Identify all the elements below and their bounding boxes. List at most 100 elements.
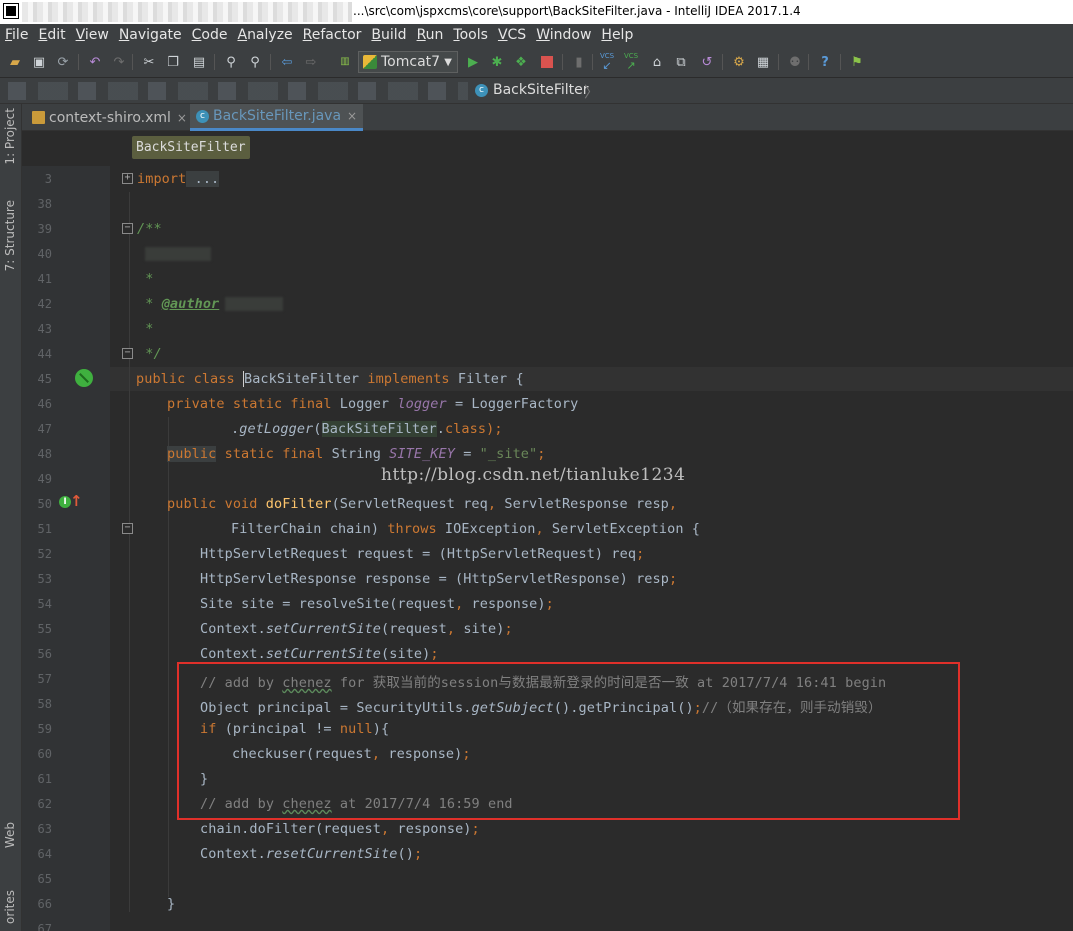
copy-icon[interactable]: ❐ <box>164 53 182 71</box>
intellij-app-icon <box>3 3 19 19</box>
help-icon[interactable]: ? <box>816 53 834 71</box>
tool-window-favorites[interactable]: orites <box>3 890 17 924</box>
build-icon[interactable]: ▥ <box>336 53 354 71</box>
vcs-update-icon[interactable]: VCS ↙ <box>598 53 616 72</box>
replace-icon[interactable]: ⚲ <box>246 53 264 71</box>
line-number: 65 <box>37 872 52 886</box>
menu-edit[interactable]: Edit <box>38 27 65 43</box>
line-number: 56 <box>37 647 52 661</box>
save-icon[interactable]: ▣ <box>30 53 48 71</box>
code-line-50: public void doFilter(ServletRequest req,… <box>167 496 678 512</box>
line-number: 58 <box>37 697 52 711</box>
menu-navigate[interactable]: Navigate <box>119 27 182 43</box>
stop-icon[interactable] <box>538 53 556 71</box>
undo-icon[interactable]: ↶ <box>86 53 104 71</box>
revert-icon[interactable]: ↺ <box>698 53 716 71</box>
code-line-51: FilterChain chain) throws IOException, S… <box>231 521 701 537</box>
menu-window[interactable]: Window <box>536 27 591 43</box>
find-icon[interactable]: ⚲ <box>222 53 240 71</box>
line-number: 45 <box>37 372 52 386</box>
code-line-54: Site site = resolveSite(request, respons… <box>200 596 554 612</box>
line-number: 59 <box>37 722 52 736</box>
run-configuration-selector[interactable]: Tomcat7 ▼ <box>358 51 458 73</box>
line-number: 50 <box>37 497 52 511</box>
menu-build[interactable]: Build <box>371 27 406 43</box>
sync-icon[interactable]: ⟳ <box>54 53 72 71</box>
line-number: 49 <box>37 472 52 486</box>
fold-collapse-icon[interactable]: − <box>122 523 133 534</box>
close-icon[interactable]: × <box>177 111 187 125</box>
menu-refactor[interactable]: Refactor <box>303 27 362 43</box>
main-toolbar: ▰ ▣ ⟳ ↶ ↷ ✂ ❐ ▤ ⚲ ⚲ ⇦ ⇨ ▥ Tomcat7 ▼ ▶ ✱ … <box>0 46 1073 78</box>
cut-icon[interactable]: ✂ <box>140 53 158 71</box>
code-line-41: * <box>137 271 154 287</box>
vcs-commit-icon[interactable]: VCS ↗ <box>622 53 640 72</box>
fold-end-icon[interactable]: − <box>122 348 133 359</box>
line-number: 54 <box>37 597 52 611</box>
menu-vcs[interactable]: VCS <box>498 27 526 43</box>
person-icon[interactable]: ⚉ <box>786 53 804 71</box>
sdk-icon[interactable]: ▮ <box>570 53 588 71</box>
open-folder-icon[interactable]: ▰ <box>6 53 24 71</box>
left-tool-strip: 1: Project 7: Structure Web orites <box>0 104 22 931</box>
back-icon[interactable]: ⇦ <box>278 53 296 71</box>
code-line-56: Context.setCurrentSite(site); <box>200 646 439 662</box>
nav-current-class[interactable]: BackSiteFilter <box>493 82 589 98</box>
close-icon[interactable]: × <box>347 109 357 123</box>
window-title: ...\src\com\jspxcms\core\support\BackSit… <box>353 4 801 18</box>
tomcat-icon <box>363 55 377 69</box>
line-number: 53 <box>37 572 52 586</box>
tab-context-shiro-xml[interactable]: context-shiro.xml × <box>26 104 193 131</box>
disabled-breakpoint-icon[interactable] <box>75 369 93 387</box>
paste-icon[interactable]: ▤ <box>190 53 208 71</box>
line-number: 42 <box>37 297 52 311</box>
tool-window-project[interactable]: 1: Project <box>3 108 17 165</box>
debug-icon[interactable]: ✱ <box>488 53 506 71</box>
overrides-arrow-icon[interactable]: ↑ <box>70 492 83 510</box>
code-line-63: chain.doFilter(request, response); <box>200 821 480 837</box>
line-number: 60 <box>37 747 52 761</box>
menu-code[interactable]: Code <box>192 27 228 43</box>
red-annotation-box <box>177 662 960 820</box>
line-number: 63 <box>37 822 52 836</box>
chevron-down-icon: ▼ <box>444 57 452 68</box>
menu-analyze[interactable]: Analyze <box>237 27 292 43</box>
line-number: 41 <box>37 272 52 286</box>
code-line-52: HttpServletRequest request = (HttpServle… <box>200 546 645 562</box>
history-icon[interactable]: ⌂ <box>648 53 666 71</box>
line-number: 67 <box>37 922 52 931</box>
line-number: 61 <box>37 772 52 786</box>
menu-file[interactable]: File <box>5 27 28 43</box>
line-number: 62 <box>37 797 52 811</box>
breadcrumb[interactable]: BackSiteFilter <box>132 136 250 159</box>
redo-icon[interactable]: ↷ <box>110 53 128 71</box>
fold-collapse-icon[interactable]: − <box>122 223 133 234</box>
redacted-path <box>22 2 352 22</box>
line-number: 38 <box>37 197 52 211</box>
plugin-icon[interactable]: ⚑ <box>848 53 866 71</box>
line-number: 51 <box>37 522 52 536</box>
navigation-bar: c BackSiteFilter 〉 <box>0 78 1073 104</box>
compare-icon[interactable]: ⧉ <box>672 53 690 71</box>
line-number: 44 <box>37 347 52 361</box>
code-line-53: HttpServletResponse response = (HttpServ… <box>200 571 678 587</box>
code-line-66: } <box>167 896 176 912</box>
code-line-44: */ <box>137 346 162 362</box>
menu-run[interactable]: Run <box>417 27 444 43</box>
editor-breadcrumb-row: BackSiteFilter <box>22 131 1073 164</box>
structure-icon[interactable]: ▦ <box>754 53 772 71</box>
code-line-43: * <box>137 321 154 337</box>
fold-expand-icon[interactable]: + <box>122 173 133 184</box>
forward-icon[interactable]: ⇨ <box>302 53 320 71</box>
menu-tools[interactable]: Tools <box>453 27 488 43</box>
code-line-64: Context.resetCurrentSite(); <box>200 846 423 862</box>
tab-backsitefilter-java[interactable]: c BackSiteFilter.java × <box>190 104 364 131</box>
line-number: 55 <box>37 622 52 636</box>
coverage-icon[interactable]: ❖ <box>512 53 530 71</box>
menu-help[interactable]: Help <box>601 27 633 43</box>
menu-view[interactable]: View <box>76 27 109 43</box>
tool-window-web[interactable]: Web <box>3 822 17 848</box>
settings-icon[interactable]: ⚙ <box>730 53 748 71</box>
tool-window-structure[interactable]: 7: Structure <box>3 200 17 271</box>
run-icon[interactable]: ▶ <box>464 53 482 71</box>
